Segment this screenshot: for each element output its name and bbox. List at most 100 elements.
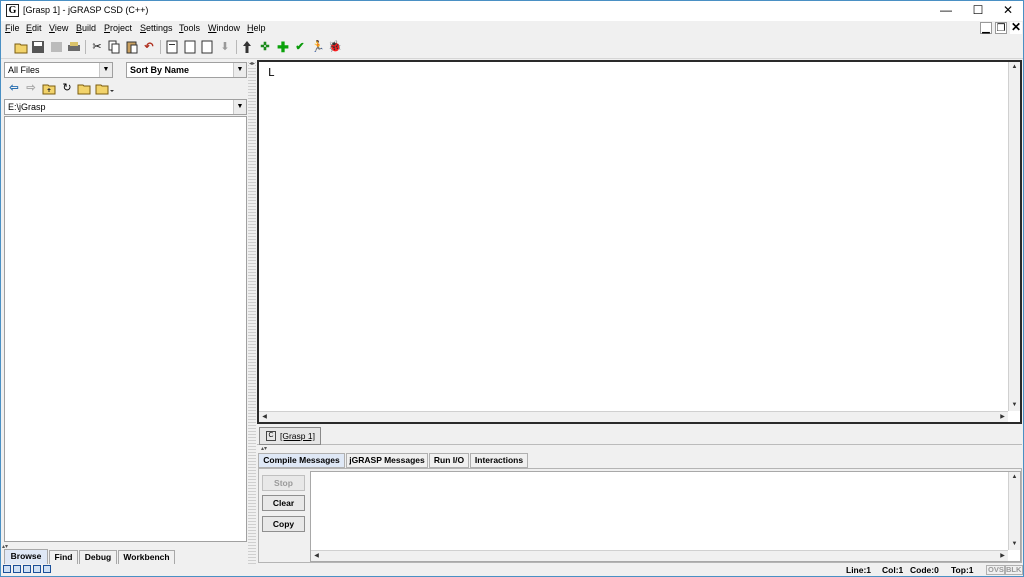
new-file-icon[interactable] (164, 39, 180, 55)
window-title: [Grasp 1] - jGRASP CSD (C++) (23, 5, 149, 15)
pin-icon[interactable]: ⬇ (217, 39, 233, 55)
back-icon[interactable]: ⇦ (6, 80, 22, 96)
undo-icon[interactable]: ↶ (141, 39, 157, 55)
menu-build[interactable]: Build (76, 23, 96, 33)
chevron-down-icon: ▼ (233, 100, 246, 114)
messages-vertical-scrollbar[interactable]: ▲ ▼ (1008, 472, 1020, 550)
toolbar-separator (85, 40, 86, 54)
scroll-right-icon[interactable]: ▶ (997, 551, 1008, 562)
editor-tab-grasp1[interactable]: C [Grasp 1] (259, 427, 321, 445)
status-bar: Line:1 Col:1 Code:0 Top:1 OVS BLK (1, 564, 1024, 576)
horizontal-split-handle[interactable]: ▴▾ (257, 445, 1022, 453)
print-icon[interactable] (66, 39, 82, 55)
cut-icon[interactable]: ✂ (89, 39, 105, 55)
file-filter-value: All Files (8, 65, 40, 75)
tab-interactions[interactable]: Interactions (470, 453, 528, 468)
scroll-down-icon[interactable]: ▼ (1009, 539, 1020, 550)
maximize-button[interactable]: ☐ (963, 2, 993, 20)
menu-file[interactable]: File (5, 23, 20, 33)
folder-icon[interactable] (76, 80, 92, 96)
status-line: Line:1 (846, 565, 872, 575)
mdi-close-button[interactable]: ✕ (1010, 21, 1022, 34)
scroll-right-icon[interactable]: ▶ (997, 412, 1008, 423)
editor-tab-label: [Grasp 1] (280, 431, 315, 441)
message-output-area[interactable]: ▲ ▼ ◀ ▶ (310, 471, 1021, 562)
file-tree[interactable] (4, 116, 247, 542)
check-icon[interactable]: ✔ (292, 39, 308, 55)
csd-cursor: L (268, 66, 275, 79)
browse-panel: All Files ▼ Sort By Name ▼ ⇦ ⇨ ↻ E:\jGra… (2, 60, 248, 569)
new-file-3-icon[interactable] (199, 39, 215, 55)
refresh-icon[interactable]: ↻ (59, 80, 75, 96)
toolbar-separator (236, 40, 237, 54)
menu-help[interactable]: Help (247, 23, 266, 33)
save-icon[interactable] (30, 39, 46, 55)
generate-csd-icon[interactable] (239, 39, 255, 55)
paste-icon[interactable] (124, 39, 140, 55)
jgrasp-app-icon: G (6, 4, 19, 17)
minimize-button[interactable]: — (931, 2, 961, 20)
close-button[interactable]: ✕ (993, 2, 1023, 20)
new-file-2-icon[interactable] (182, 39, 198, 55)
file-filter-select[interactable]: All Files ▼ (4, 62, 113, 78)
layout-3-icon[interactable] (23, 565, 31, 573)
tab-jgrasp-messages[interactable]: jGRASP Messages (346, 453, 428, 468)
sort-select[interactable]: Sort By Name ▼ (126, 62, 247, 78)
up-folder-icon[interactable] (41, 80, 57, 96)
tab-run-io[interactable]: Run I/O (429, 453, 469, 468)
menu-tools[interactable]: Tools (179, 23, 200, 33)
copy-icon[interactable] (106, 39, 122, 55)
mdi-restore-button[interactable]: ❐ (995, 22, 1007, 34)
layout-1-icon[interactable] (3, 565, 11, 573)
add-icon[interactable]: ✚ (275, 39, 291, 55)
message-tab-bar: Compile Messages jGRASP Messages Run I/O… (258, 453, 1022, 468)
copy-button[interactable]: Copy (262, 516, 305, 532)
forward-icon[interactable]: ⇨ (23, 80, 39, 96)
editor-horizontal-scrollbar[interactable]: ◀ ▶ (259, 411, 1008, 422)
open-icon[interactable] (13, 39, 29, 55)
stop-button[interactable]: Stop (262, 475, 305, 491)
compile-icon[interactable]: ✜ (257, 39, 273, 55)
folder-menu-icon[interactable] (94, 80, 116, 96)
menu-edit[interactable]: Edit (26, 23, 42, 33)
tab-debug[interactable]: Debug (79, 550, 117, 564)
menu-project[interactable]: Project (104, 23, 132, 33)
mdi-minimize-button[interactable]: ▁ (980, 22, 992, 34)
clear-button[interactable]: Clear (262, 495, 305, 511)
save-all-icon[interactable] (48, 39, 64, 55)
scroll-up-icon[interactable]: ▲ (1009, 62, 1020, 73)
cpp-file-icon: C (266, 431, 276, 441)
run-icon[interactable]: 🏃 (310, 39, 326, 55)
ovs-indicator: OVS (986, 565, 1006, 575)
sort-value: Sort By Name (130, 65, 190, 75)
tab-browse[interactable]: Browse (4, 549, 48, 565)
menu-window[interactable]: Window (208, 23, 240, 33)
status-col: Col:1 (882, 565, 904, 575)
messages-horizontal-scrollbar[interactable]: ◀ ▶ (311, 550, 1008, 561)
scroll-left-icon[interactable]: ◀ (311, 551, 322, 562)
scroll-left-icon[interactable]: ◀ (259, 412, 270, 423)
title-bar: G [Grasp 1] - jGRASP CSD (C++) — ☐ ✕ (1, 1, 1023, 21)
editor-vertical-scrollbar[interactable]: ▲ ▼ (1008, 62, 1020, 411)
debug-icon[interactable]: 🐞 (327, 39, 343, 55)
chevron-down-icon: ▼ (233, 63, 246, 77)
collapse-arrows-icon: ◂▸ (249, 60, 256, 67)
compile-messages-panel: Stop Clear Copy ▲ ▼ ◀ ▶ (258, 468, 1022, 563)
tab-compile-messages[interactable]: Compile Messages (258, 453, 345, 468)
scroll-down-icon[interactable]: ▼ (1009, 400, 1020, 411)
app-window: G [Grasp 1] - jGRASP CSD (C++) — ☐ ✕ Fil… (0, 0, 1024, 577)
menu-view[interactable]: View (49, 23, 68, 33)
status-top: Top:1 (951, 565, 974, 575)
layout-4-icon[interactable] (33, 565, 41, 573)
layout-5-icon[interactable] (43, 565, 51, 573)
layout-2-icon[interactable] (13, 565, 21, 573)
path-select[interactable]: E:\jGrasp ▼ (4, 99, 247, 115)
code-editor[interactable]: L ▲ ▼ ◀ ▶ (257, 60, 1022, 424)
menu-settings[interactable]: Settings (140, 23, 173, 33)
vertical-split-handle[interactable]: ◂▸ (248, 60, 256, 569)
tab-workbench[interactable]: Workbench (118, 550, 175, 564)
editor-tab-bar: C [Grasp 1] (257, 425, 1022, 445)
blk-indicator: BLK (1004, 565, 1024, 575)
scroll-up-icon[interactable]: ▲ (1009, 472, 1020, 483)
tab-find[interactable]: Find (49, 550, 78, 564)
